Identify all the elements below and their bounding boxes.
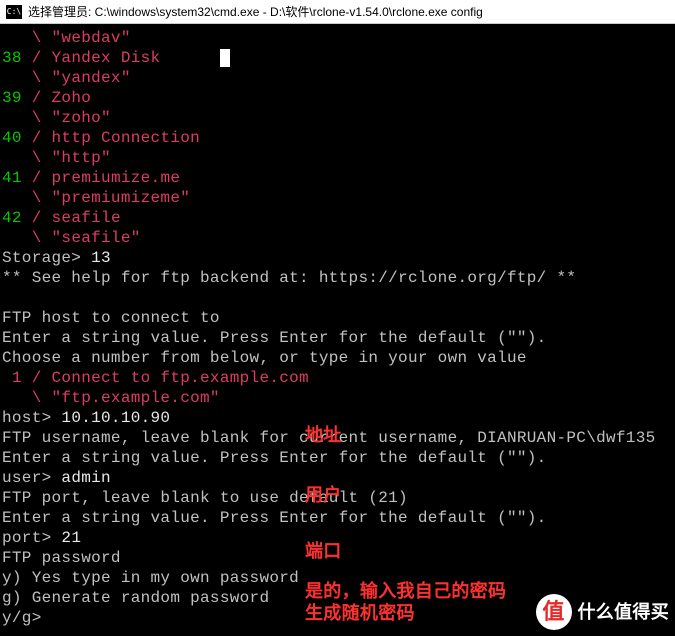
host-header: FTP host to connect to [2,308,673,328]
annotation-port: 端口 [305,540,342,563]
storage-prompt: Storage> [2,249,91,267]
cmd-icon: C:\ [6,5,22,19]
port-prompt: port> [2,529,61,547]
text-cursor [220,49,230,67]
watermark-badge-icon: 值 [536,594,572,630]
storage-input[interactable]: 13 [91,249,111,267]
host-prompt: host> [2,409,61,427]
annotation-user: 用户 [305,484,342,507]
terminal-output[interactable]: \ "webdav" 38 / Yandex Disk \ "yandex" 3… [0,24,675,636]
window-title: 选择管理员: C:\windows\system32\cmd.exe - D:\… [28,3,483,20]
help-line: ** See help for ftp backend at: https://… [2,268,673,288]
annotation-opt-g: 生成随机密码 [305,602,415,625]
watermark: 值 什么值得买 [536,594,670,630]
annotation-address: 地址 [305,424,342,447]
annotation-opt-y: 是的，输入我自己的密码 [305,580,506,603]
watermark-text: 什么值得买 [578,601,670,624]
port-input[interactable]: 21 [61,529,81,547]
window-title-bar: C:\ 选择管理员: C:\windows\system32\cmd.exe -… [0,0,675,24]
host-input[interactable]: 10.10.10.90 [61,409,170,427]
user-input[interactable]: admin [61,469,111,487]
user-prompt: user> [2,469,61,487]
